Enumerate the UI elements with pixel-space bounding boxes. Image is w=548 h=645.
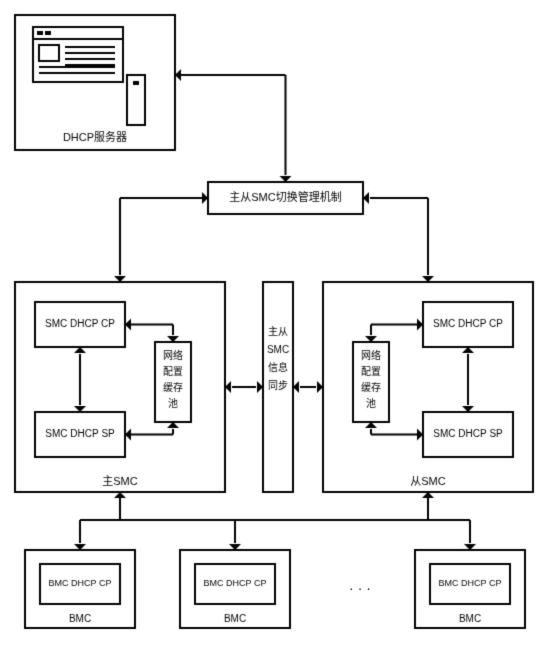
- diagram-canvas: [0, 0, 548, 645]
